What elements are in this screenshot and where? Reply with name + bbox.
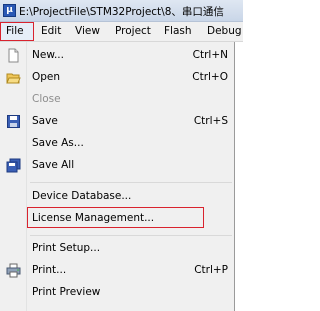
menu-label-save: Save (32, 115, 58, 127)
menu-separator (30, 182, 232, 183)
menu-item-license-management[interactable]: License Management... (0, 208, 234, 230)
menu-item-print-preview[interactable]: Print Preview (0, 282, 234, 304)
editor-background (235, 42, 243, 311)
save-all-icon (6, 158, 21, 173)
menu-label-print-setup: Print Setup... (32, 242, 101, 254)
menu-item-save[interactable]: Save Ctrl+S (0, 111, 234, 133)
app-icon: μ (3, 4, 16, 17)
menu-label-open: Open (32, 71, 61, 83)
menu-label-license-management: License Management... (32, 212, 155, 224)
menu-label-save-all: Save All (32, 159, 75, 171)
menubar: File Edit View Project Flash Debug (0, 22, 243, 42)
menu-label-new: New... (32, 49, 64, 61)
menu-item-open[interactable]: Open Ctrl+O (0, 67, 234, 89)
menu-item-print-setup[interactable]: Print Setup... (0, 238, 234, 260)
menu-item-new[interactable]: New... Ctrl+N (0, 45, 234, 67)
menu-label-close: Close (32, 93, 61, 105)
save-icon (6, 114, 21, 129)
menu-item-close[interactable]: Close (0, 89, 234, 111)
menu-edit[interactable]: Edit (41, 25, 61, 37)
menu-label-print-preview: Print Preview (32, 286, 101, 298)
menu-project[interactable]: Project (115, 25, 151, 37)
menu-label-save-as: Save As... (32, 137, 84, 149)
menu-item-save-all[interactable]: Save All (0, 155, 234, 177)
window-titlebar: μ E:\ProjectFile\STM32Project\8、串口通信 (0, 0, 243, 22)
menu-view[interactable]: View (75, 25, 100, 37)
shortcut-open: Ctrl+O (192, 71, 228, 83)
printer-icon (6, 263, 21, 278)
menu-label-device-database: Device Database... (32, 190, 132, 202)
open-folder-icon (6, 70, 21, 85)
menu-file[interactable]: File (6, 25, 24, 37)
menu-item-save-as[interactable]: Save As... (0, 133, 234, 155)
file-dropdown-menu: New... Ctrl+N Open Ctrl+O Close Save Ctr… (0, 42, 235, 311)
window-title: E:\ProjectFile\STM32Project\8、串口通信 (19, 6, 224, 18)
menu-flash[interactable]: Flash (164, 25, 192, 37)
menu-item-device-database[interactable]: Device Database... (0, 186, 234, 208)
shortcut-new: Ctrl+N (192, 49, 228, 61)
menu-separator (30, 235, 232, 236)
new-file-icon (6, 48, 21, 63)
shortcut-print: Ctrl+P (194, 264, 228, 276)
menu-label-print: Print... (32, 264, 67, 276)
shortcut-save: Ctrl+S (193, 115, 228, 127)
menu-item-print[interactable]: Print... Ctrl+P (0, 260, 234, 282)
menu-debug[interactable]: Debug (207, 25, 242, 37)
